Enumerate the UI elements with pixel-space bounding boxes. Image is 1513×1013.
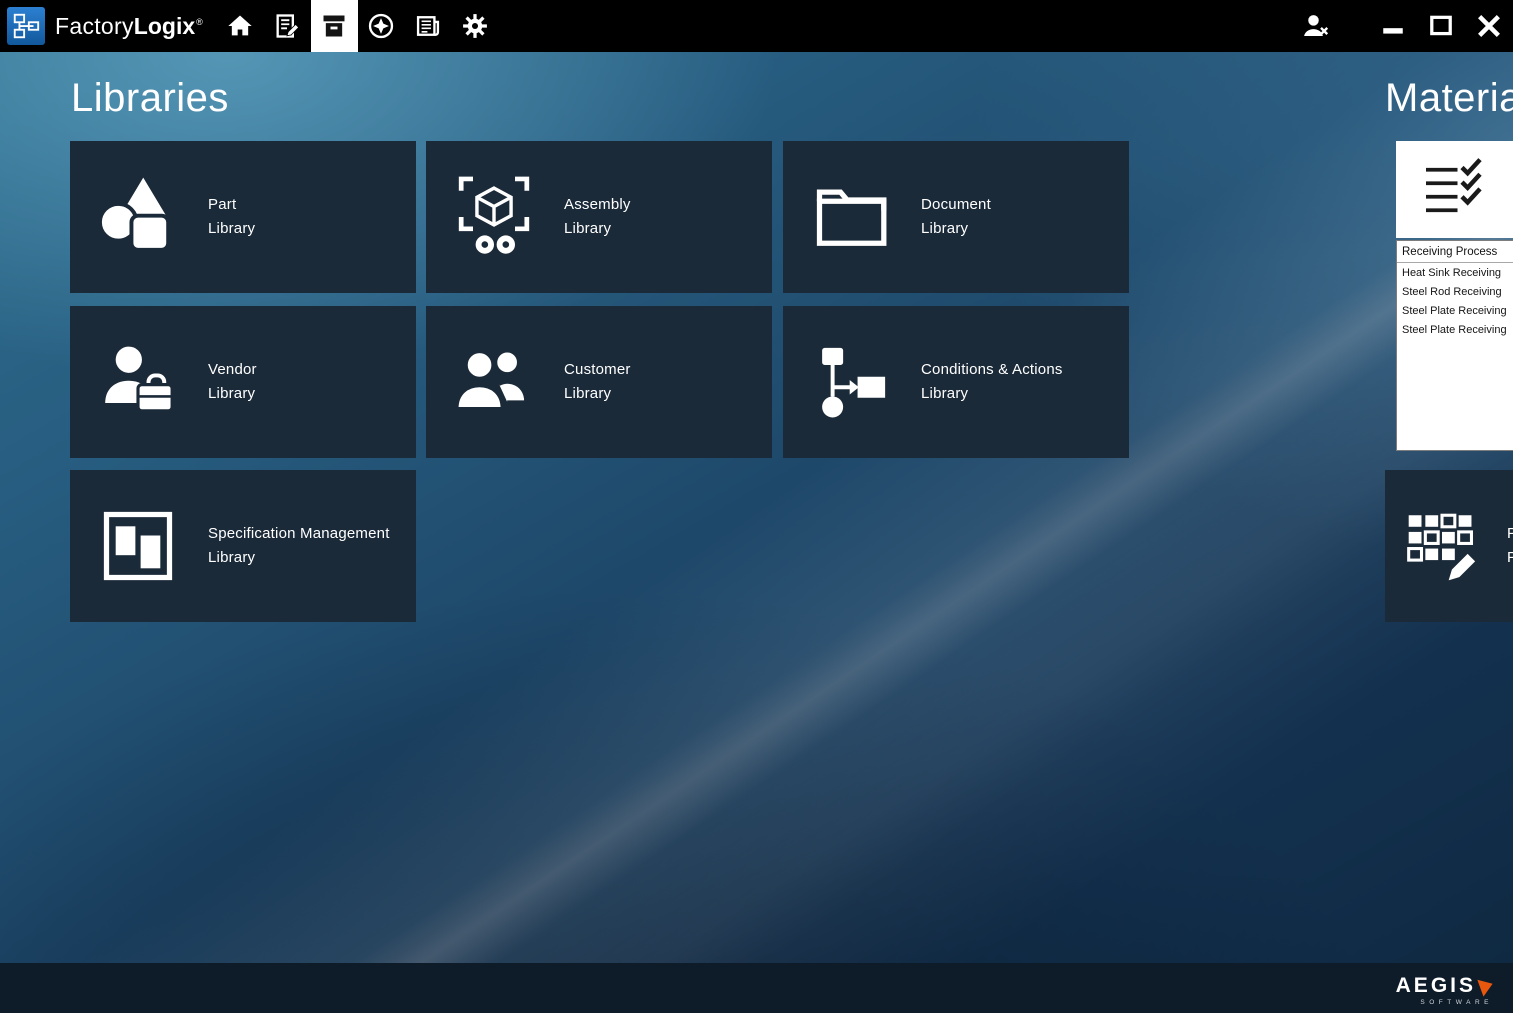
materials-heading: Materia (1385, 76, 1513, 121)
calendar-pencil-icon (1401, 504, 1483, 588)
brand-logix: Logix (134, 13, 195, 39)
nav-reports-button[interactable] (405, 0, 452, 52)
app-title: FactoryLogix® (55, 13, 203, 40)
receiving-process-list: Receiving Process Heat Sink Receiving St… (1396, 240, 1513, 451)
npi-document-icon (273, 12, 301, 40)
list-item[interactable]: Heat Sink Receiving (1397, 263, 1513, 282)
libraries-icon (320, 12, 348, 40)
user-logout-icon (1301, 11, 1331, 41)
tile-label: Specification Management Library (208, 522, 390, 570)
window-controls (1289, 0, 1513, 52)
tile-label: Vendor Library (208, 358, 257, 406)
maximize-icon (1428, 13, 1454, 39)
aegis-logo: AEGIS SOFTWARE (1396, 974, 1493, 1006)
tile-label: Document Library (921, 193, 991, 241)
nav-home-button[interactable] (217, 0, 264, 52)
tile-assembly-library[interactable]: Assembly Library (426, 141, 772, 293)
org-chart-icon (11, 11, 41, 41)
list-item[interactable]: Steel Plate Receiving (1397, 320, 1513, 339)
brand-factory: Factory (55, 13, 134, 39)
list-item[interactable]: Steel Rod Receiving (1397, 282, 1513, 301)
close-icon (1474, 11, 1504, 41)
tile-part-library[interactable]: Part Library (70, 141, 416, 293)
logistics-compass-icon (367, 12, 395, 40)
nav-settings-button[interactable] (452, 0, 499, 52)
conditions-actions-icon (805, 340, 897, 424)
tile-document-library[interactable]: Document Library (783, 141, 1129, 293)
libraries-heading: Libraries (71, 76, 229, 121)
nav-libraries-button[interactable] (311, 0, 358, 52)
specification-icon (92, 504, 184, 588)
titlebar: FactoryLogix® (0, 0, 1513, 52)
list-item[interactable]: Steel Plate Receiving (1397, 301, 1513, 320)
customer-icon (448, 340, 540, 424)
aegis-arrow-icon (1477, 975, 1495, 996)
assembly-icon (448, 175, 540, 259)
logout-user-button[interactable] (1289, 0, 1343, 52)
home-icon (226, 12, 254, 40)
tile-customer-library[interactable]: Customer Library (426, 306, 772, 458)
aegis-brand-text: AEGIS (1396, 974, 1476, 998)
settings-gear-icon (461, 12, 489, 40)
maximize-button[interactable] (1417, 0, 1465, 52)
nav-npi-button[interactable] (264, 0, 311, 52)
close-button[interactable] (1465, 0, 1513, 52)
minimize-icon (1380, 13, 1406, 39)
minimize-button[interactable] (1369, 0, 1417, 52)
tile-label: P P (1507, 522, 1513, 570)
vendor-icon (92, 340, 184, 424)
main-nav (217, 0, 499, 52)
tile-define-receiving-process[interactable]: D R (1396, 141, 1513, 238)
part-icon (92, 175, 184, 259)
nav-logistics-button[interactable] (358, 0, 405, 52)
footer-bar: AEGIS SOFTWARE (0, 963, 1513, 1013)
factorylogix-logo (7, 7, 45, 45)
tile-conditions-actions-library[interactable]: Conditions & Actions Library (783, 306, 1129, 458)
aegis-software-text: SOFTWARE (1396, 999, 1493, 1006)
tile-vendor-library[interactable]: Vendor Library (70, 306, 416, 458)
tile-specification-management-library[interactable]: Specification Management Library (70, 470, 416, 622)
tile-label: Assembly Library (564, 193, 631, 241)
registered-mark: ® (196, 17, 203, 27)
tile-label: Conditions & Actions Library (921, 358, 1063, 406)
tile-label: Part Library (208, 193, 255, 241)
tile-label: Customer Library (564, 358, 631, 406)
checklist-icon (1412, 154, 1494, 226)
reports-icon (414, 12, 442, 40)
tile-schedule-receiving[interactable]: P P (1385, 470, 1513, 622)
document-folder-icon (805, 175, 897, 259)
receiving-list-header: Receiving Process (1397, 241, 1513, 263)
